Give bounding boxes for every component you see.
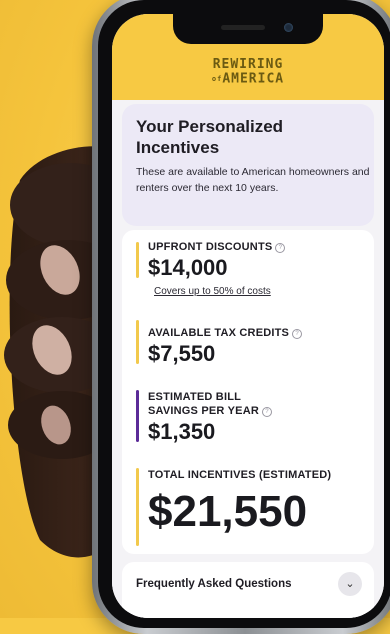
info-icon[interactable]: ? bbox=[275, 243, 286, 253]
bill-savings-stat: ESTIMATED BILL SAVINGS PER YEAR? $1,350 bbox=[136, 390, 376, 446]
upfront-label-row: UPFRONT DISCOUNTS? bbox=[148, 240, 286, 254]
faq-accordion[interactable]: Frequently Asked Questions ⌄ bbox=[122, 562, 374, 618]
phone-frame: REWIRING ofAMERICA Your Personalized Inc… bbox=[92, 0, 390, 634]
info-icon[interactable]: ? bbox=[262, 407, 272, 417]
intro-subtitle: These are available to American homeowne… bbox=[136, 166, 370, 194]
speaker-grille bbox=[221, 25, 265, 30]
logo-line-2-text: AMERICA bbox=[222, 71, 285, 87]
notch bbox=[173, 14, 323, 44]
faq-label: Frequently Asked Questions bbox=[136, 578, 292, 590]
total-incentives-stat: TOTAL INCENTIVES (ESTIMATED) $21,550 bbox=[136, 468, 384, 548]
incentives-card: UPFRONT DISCOUNTS? $14,000 Covers up to … bbox=[122, 230, 374, 554]
upfront-label: UPFRONT DISCOUNTS bbox=[148, 241, 273, 253]
page-title: Your Personalized Incentives bbox=[136, 117, 284, 157]
logo-line-2: ofAMERICA bbox=[112, 72, 384, 87]
logo-of: of bbox=[211, 75, 223, 83]
upfront-discounts-stat: UPFRONT DISCOUNTS? $14,000 Covers up to … bbox=[136, 240, 376, 308]
chevron-down-icon[interactable]: ⌄ bbox=[338, 572, 362, 596]
total-value: $21,550 bbox=[148, 487, 308, 536]
main-content: Your Personalized Incentives These are a… bbox=[112, 100, 384, 618]
tax-accent-bar bbox=[136, 320, 139, 364]
upfront-value: $14,000 bbox=[148, 255, 228, 280]
tax-label: AVAILABLE TAX CREDITS bbox=[148, 327, 290, 339]
upfront-accent-bar bbox=[136, 242, 139, 278]
logo-line-1: REWIRING bbox=[212, 57, 284, 72]
savings-label-line-2: SAVINGS PER YEAR bbox=[148, 405, 259, 417]
rewiring-america-logo[interactable]: REWIRING ofAMERICA bbox=[112, 58, 384, 87]
camera-icon bbox=[284, 23, 293, 32]
phone-bezel: REWIRING ofAMERICA Your Personalized Inc… bbox=[98, 0, 390, 628]
savings-label-line-1: ESTIMATED BILL bbox=[148, 391, 242, 403]
phone-screen: REWIRING ofAMERICA Your Personalized Inc… bbox=[112, 14, 384, 618]
covers-costs-link[interactable]: Covers up to 50% of costs bbox=[154, 286, 271, 297]
savings-label-row: SAVINGS PER YEAR? bbox=[148, 404, 272, 418]
intro-card: Your Personalized Incentives These are a… bbox=[122, 104, 374, 226]
tax-label-row: AVAILABLE TAX CREDITS? bbox=[148, 326, 303, 340]
total-label: TOTAL INCENTIVES (ESTIMATED) bbox=[148, 469, 332, 481]
total-accent-bar bbox=[136, 468, 139, 546]
savings-accent-bar bbox=[136, 390, 139, 442]
info-icon[interactable]: ? bbox=[292, 329, 303, 339]
tax-value: $7,550 bbox=[148, 341, 216, 366]
savings-value: $1,350 bbox=[148, 419, 216, 444]
tax-credits-stat: AVAILABLE TAX CREDITS? $7,550 bbox=[136, 320, 376, 368]
